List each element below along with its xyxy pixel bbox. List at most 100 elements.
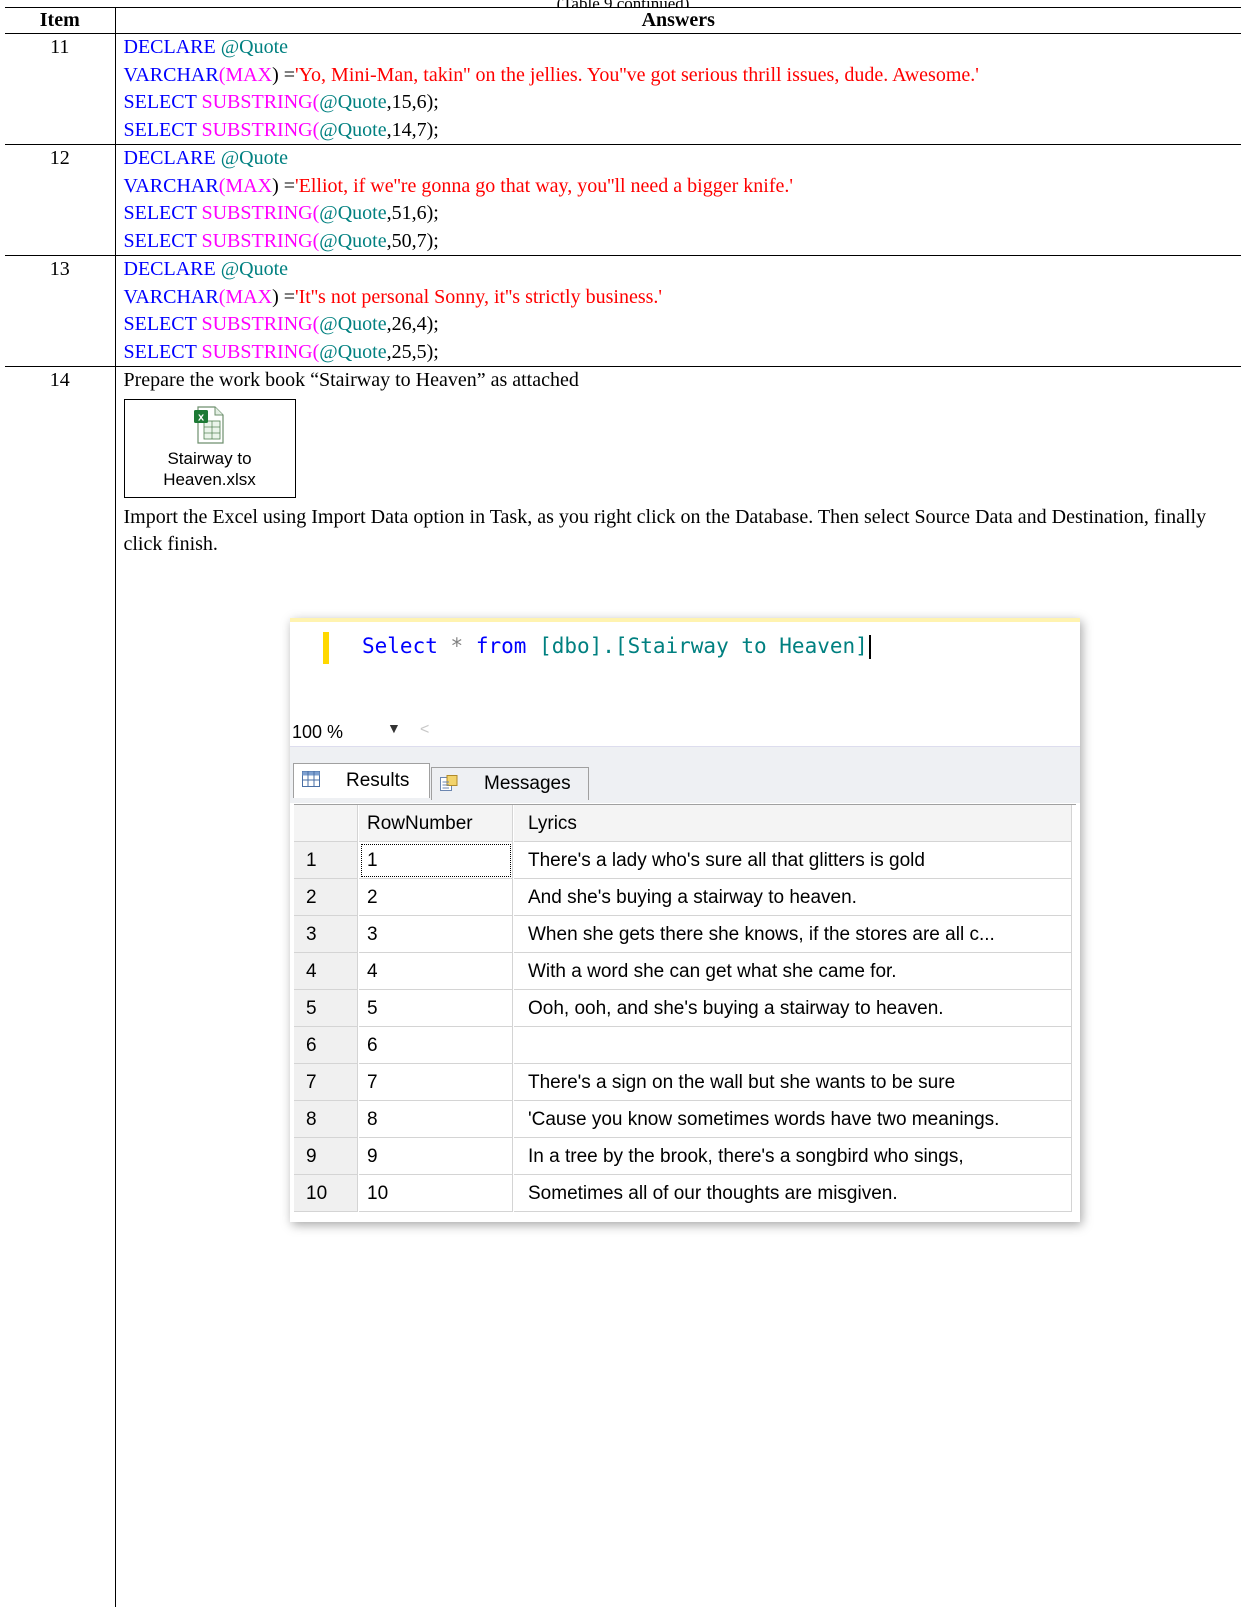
table-row: 12 DECLARE @Quote VARCHAR(MAX) ='Elliot,…: [5, 145, 1241, 256]
cell-rownumber[interactable]: 10: [359, 1175, 513, 1212]
cell-lyrics[interactable]: There's a sign on the wall but she wants…: [514, 1064, 1072, 1101]
results-grid[interactable]: RowNumber Lyrics 11There's a lady who's …: [294, 804, 1076, 1217]
cell-lyrics[interactable]: There's a lady who's sure all that glitt…: [514, 842, 1072, 879]
excel-file-icon: x: [194, 406, 224, 444]
row-header[interactable]: 9: [294, 1138, 358, 1175]
row-header[interactable]: 4: [294, 953, 358, 990]
query-text[interactable]: Select * from [dbo].[Stairway to Heaven]: [362, 634, 871, 659]
tab-messages[interactable]: Messages: [431, 767, 589, 800]
cell-lyrics[interactable]: And she's buying a stairway to heaven.: [514, 879, 1072, 916]
sql-type-arg: MAX: [225, 286, 272, 308]
row-header[interactable]: 7: [294, 1064, 358, 1101]
sql-keyword: SELECT: [124, 230, 197, 252]
sql-args: ,50,7);: [387, 230, 439, 252]
sql-args: ,26,4);: [387, 313, 439, 335]
sql-variable: @Quote: [221, 258, 288, 280]
sql-string: 'Yo, Mini-Man, takin'' on the jellies. Y…: [295, 64, 979, 86]
sql-args: ,25,5);: [387, 341, 439, 363]
scroll-left-icon[interactable]: <: [420, 721, 429, 739]
chevron-down-icon[interactable]: ▼: [387, 720, 401, 736]
row-header[interactable]: 2: [294, 879, 358, 916]
sql-keyword: DECLARE: [124, 147, 216, 169]
row-header[interactable]: 10: [294, 1175, 358, 1212]
sql-keyword: DECLARE: [124, 36, 216, 58]
zoom-level[interactable]: 100 %: [292, 722, 343, 743]
sql-keyword: SELECT: [124, 91, 197, 113]
column-header-rownumber[interactable]: RowNumber: [359, 805, 513, 842]
grid-corner[interactable]: [294, 805, 358, 842]
sql-keyword: SELECT: [124, 341, 197, 363]
cell-rownumber[interactable]: 7: [359, 1064, 513, 1101]
cell-lyrics[interactable]: Ooh, ooh, and she's buying a stairway to…: [514, 990, 1072, 1027]
query-editor[interactable]: Select * from [dbo].[Stairway to Heaven]: [290, 618, 1080, 722]
sql-keyword: SELECT: [124, 119, 197, 141]
cell-lyrics[interactable]: With a word she can get what she came fo…: [514, 953, 1072, 990]
item14-intro: Prepare the work book “Stairway to Heave…: [124, 367, 1242, 395]
sql-type-arg: MAX: [225, 175, 272, 197]
sql-keyword: DECLARE: [124, 258, 216, 280]
text-caret: [869, 635, 871, 659]
sql-function: SUBSTRING: [201, 202, 312, 224]
result-tabs: Results Messages: [290, 746, 1080, 803]
sql-function: SUBSTRING: [201, 91, 312, 113]
cell-rownumber[interactable]: 6: [359, 1027, 513, 1064]
sql-answer: DECLARE @Quote VARCHAR(MAX) ='Yo, Mini-M…: [115, 34, 1241, 145]
messages-icon: [440, 775, 458, 791]
change-marker: [323, 632, 329, 664]
sql-type: VARCHAR: [124, 64, 219, 86]
table-row: 11 DECLARE @Quote VARCHAR(MAX) ='Yo, Min…: [5, 34, 1241, 145]
item-number: 13: [5, 256, 115, 367]
sql-string: 'It''s not personal Sonny, it''s strictl…: [295, 286, 662, 308]
cell-rownumber[interactable]: 4: [359, 953, 513, 990]
sql-function: SUBSTRING: [201, 313, 312, 335]
zoom-bar: 100 % ▼ <: [290, 718, 1080, 746]
sql-type: VARCHAR: [124, 286, 219, 308]
sql-assign: ) =: [272, 64, 295, 86]
row-header[interactable]: 1: [294, 842, 358, 879]
cell-rownumber[interactable]: 9: [359, 1138, 513, 1175]
sql-function: SUBSTRING: [201, 119, 312, 141]
sql-keyword: SELECT: [124, 313, 197, 335]
row-header[interactable]: 6: [294, 1027, 358, 1064]
sql-args: ,15,6);: [387, 91, 439, 113]
sql-string: 'Elliot, if we''re gonna go that way, yo…: [295, 175, 793, 197]
sql-function: SUBSTRING: [201, 341, 312, 363]
cell-lyrics[interactable]: When she gets there she knows, if the st…: [514, 916, 1072, 953]
item-number: 11: [5, 34, 115, 145]
attachment-box[interactable]: x Stairway to Heaven.xlsx: [124, 399, 296, 498]
sql-function: SUBSTRING: [201, 230, 312, 252]
cell-lyrics[interactable]: 'Cause you know sometimes words have two…: [514, 1101, 1072, 1138]
svg-text:x: x: [197, 411, 204, 423]
row-header[interactable]: 5: [294, 990, 358, 1027]
row-header[interactable]: 3: [294, 916, 358, 953]
table-row: 13 DECLARE @Quote VARCHAR(MAX) ='It''s n…: [5, 256, 1241, 367]
cell-lyrics[interactable]: [514, 1027, 1072, 1064]
column-header-lyrics[interactable]: Lyrics: [514, 805, 1072, 842]
sql-keyword: SELECT: [124, 202, 197, 224]
cell-rownumber[interactable]: 3: [359, 916, 513, 953]
sql-args: ,14,7);: [387, 119, 439, 141]
sql-assign: ) =: [272, 286, 295, 308]
row-header[interactable]: 8: [294, 1101, 358, 1138]
cell-lyrics[interactable]: In a tree by the brook, there's a songbi…: [514, 1138, 1072, 1175]
item14-instructions: Import the Excel using Import Data optio…: [124, 504, 1242, 559]
cell-rownumber[interactable]: 2: [359, 879, 513, 916]
cell-lyrics[interactable]: Sometimes all of our thoughts are misgiv…: [514, 1175, 1072, 1212]
sql-args: ,51,6);: [387, 202, 439, 224]
cell-rownumber[interactable]: 8: [359, 1101, 513, 1138]
sql-assign: ) =: [272, 175, 295, 197]
grid-icon: [302, 771, 320, 787]
sql-type-arg: MAX: [225, 64, 272, 86]
item-number: 12: [5, 145, 115, 256]
tab-results[interactable]: Results: [293, 763, 430, 798]
sql-variable: @Quote: [221, 36, 288, 58]
item-number: 14: [5, 367, 115, 1607]
attachment-filename: Stairway to Heaven.xlsx: [125, 448, 295, 490]
answers-column-header: Answers: [115, 8, 1241, 34]
item-column-header: Item: [5, 8, 115, 34]
sql-answer: DECLARE @Quote VARCHAR(MAX) ='Elliot, if…: [115, 145, 1241, 256]
cell-rownumber[interactable]: 1: [359, 842, 513, 879]
cell-rownumber[interactable]: 5: [359, 990, 513, 1027]
sql-type: VARCHAR: [124, 175, 219, 197]
sql-variable: @Quote: [221, 147, 288, 169]
